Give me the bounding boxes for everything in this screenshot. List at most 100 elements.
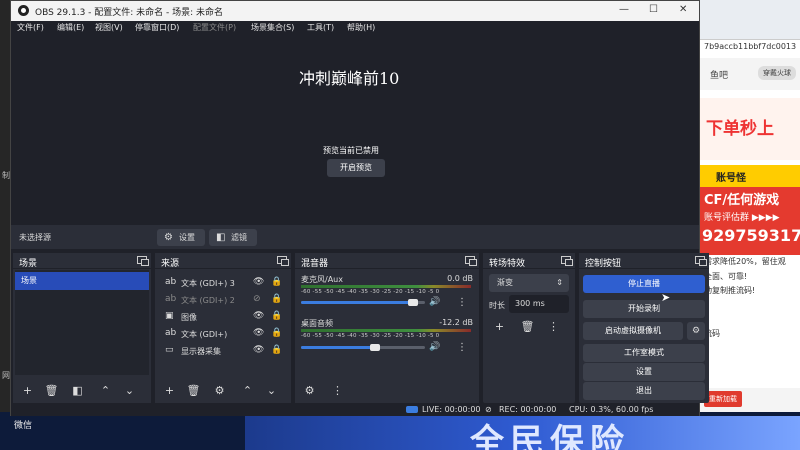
scenes-title: 场景 [19, 259, 38, 269]
scene-filter-icon[interactable]: ◧ [69, 382, 86, 399]
eye-icon[interactable]: 👁 [253, 311, 264, 321]
lock-icon[interactable]: 🔒 [271, 345, 282, 355]
properties-label: 设置 [179, 233, 195, 242]
float-dock-icon[interactable] [465, 256, 477, 266]
advanced-audio-button[interactable]: ⚙ [301, 382, 318, 399]
source-name: 文本 (GDI+) 2 [181, 296, 235, 305]
nav-pill[interactable]: 穿戴火球 [758, 66, 796, 80]
mic-volume-knob[interactable] [407, 299, 418, 306]
desktop-volume-slider[interactable] [301, 344, 425, 351]
move-up-button[interactable]: ⌃ [239, 382, 256, 399]
remove-scene-button[interactable]: 🗑 [43, 382, 60, 399]
move-down-button[interactable]: ⌄ [263, 382, 280, 399]
settings-button[interactable]: 设置 [583, 363, 705, 381]
remove-source-button[interactable]: 🗑 [185, 382, 202, 399]
source-name: 显示器采集 [181, 347, 221, 356]
rec-status: REC: 00:00:00 [499, 405, 557, 414]
dock-footer: + 🗑 ◧ ⌃ ⌄ [13, 377, 151, 403]
minimize-button[interactable]: — [619, 4, 629, 15]
speaker-icon[interactable]: 🔊 [429, 342, 440, 352]
float-dock-icon[interactable] [695, 256, 707, 266]
add-scene-button[interactable]: + [19, 382, 36, 399]
sources-dock: 来源 ab 文本 (GDI+) 3 👁 🔒 ab 文本 (GDI+) 2 ⊘ 🔒… [155, 253, 291, 403]
float-dock-icon[interactable] [277, 256, 289, 266]
source-row[interactable]: ab 文本 (GDI+) 2 ⊘ 🔒 [157, 291, 289, 308]
menu-docks[interactable]: 停靠窗口(D) [135, 22, 179, 33]
nav-link[interactable]: 鱼吧 [710, 68, 728, 81]
start-recording-button[interactable]: 开始录制 [583, 300, 705, 318]
lock-icon[interactable]: 🔒 [271, 294, 282, 304]
source-list: ab 文本 (GDI+) 3 👁 🔒 ab 文本 (GDI+) 2 ⊘ 🔒 ▣ … [157, 270, 289, 375]
mixer-title: 混音器 [301, 259, 329, 269]
mixer-menu-icon[interactable]: ⋮ [329, 382, 346, 399]
browser-toolbar [700, 0, 800, 40]
remove-transition-button[interactable]: 🗑 [519, 318, 536, 335]
eye-icon[interactable]: 👁 [253, 328, 264, 338]
eye-icon[interactable]: 👁 [253, 277, 264, 287]
duration-input[interactable]: 300 ms [509, 295, 569, 313]
float-dock-icon[interactable] [137, 256, 149, 266]
menu-tools[interactable]: 工具(T) [307, 22, 334, 33]
menu-view[interactable]: 视图(V) [95, 22, 123, 33]
more-options-icon[interactable]: ⋮ [457, 342, 467, 353]
move-up-button[interactable]: ⌃ [97, 382, 114, 399]
more-options-icon[interactable]: ⋮ [457, 297, 467, 308]
menu-help[interactable]: 帮助(H) [347, 22, 375, 33]
virtual-camera-button[interactable]: 启动虚拟摄像机 [583, 322, 683, 340]
ad-number: 929759317 [702, 226, 800, 245]
browser-url[interactable]: 7b9accb11bbf7dc0013 [704, 42, 796, 51]
stop-stream-button[interactable]: 停止直播 [583, 275, 705, 293]
enable-preview-button[interactable]: 开启预览 [327, 159, 385, 177]
transition-menu-icon[interactable]: ⋮ [545, 318, 562, 335]
reload-button[interactable]: 重新加载 [704, 391, 742, 407]
dock-header: 场景 [13, 253, 151, 269]
add-source-button[interactable]: + [161, 382, 178, 399]
mic-volume-slider[interactable] [301, 299, 425, 306]
source-row[interactable]: ▭ 显示器采集 👁 🔒 [157, 342, 289, 359]
add-transition-button[interactable]: + [491, 318, 508, 335]
float-dock-icon[interactable] [561, 256, 573, 266]
eye-hidden-icon[interactable]: ⊘ [253, 294, 261, 304]
lock-icon[interactable]: 🔒 [271, 311, 282, 321]
wechat-label[interactable]: 微信 [14, 418, 32, 431]
dock-header: 来源 [155, 253, 291, 269]
mic-channel-name: 麦克风/Aux [301, 275, 343, 284]
desktop-level-meter [301, 329, 471, 332]
exit-button[interactable]: 退出 [583, 382, 705, 400]
transitions-dock: 转场特效 渐变 ⇕ 时长 300 ms + 🗑 ⋮ [483, 253, 575, 403]
maximize-button[interactable]: ☐ [649, 4, 658, 15]
text-icon: ab [165, 277, 177, 287]
lock-icon[interactable]: 🔒 [271, 277, 282, 287]
scene-item[interactable]: 场景 [15, 272, 149, 290]
gear-icon: ⚙ [164, 232, 173, 243]
filters-button[interactable]: ◧ 滤镜 [209, 229, 257, 246]
eye-icon[interactable]: 👁 [253, 345, 264, 355]
speaker-icon[interactable]: 🔊 [429, 297, 440, 307]
ad-account-text: 账号怪 [716, 173, 746, 184]
controls-dock: 控制按钮 停止直播 开始录制 启动虚拟摄像机 ⚙ 工作室模式 设置 退出 [579, 253, 709, 403]
desktop-volume-knob[interactable] [370, 344, 381, 351]
close-button[interactable]: ✕ [679, 4, 687, 15]
source-row[interactable]: ▣ 图像 👁 🔒 [157, 308, 289, 325]
menu-file[interactable]: 文件(F) [17, 22, 44, 33]
ad-game-text: CF/任何游戏 [704, 193, 780, 208]
preview-area[interactable]: 冲刺巅峰前10 预览当前已禁用 开启预览 [11, 35, 699, 225]
studio-mode-button[interactable]: 工作室模式 [583, 344, 705, 362]
virtual-camera-settings-icon[interactable]: ⚙ [687, 322, 705, 340]
menu-edit[interactable]: 编辑(E) [57, 22, 84, 33]
properties-button[interactable]: ⚙ 设置 [157, 229, 205, 246]
dock-header: 控制按钮 [579, 253, 709, 269]
menu-scene-collection[interactable]: 场景集合(S) [251, 22, 294, 33]
title-bar[interactable]: OBS 29.1.3 - 配置文件: 未命名 - 场景: 未命名 — ☐ ✕ [11, 1, 699, 21]
source-properties-button[interactable]: ⚙ [211, 382, 228, 399]
obs-logo-icon [18, 5, 29, 16]
lock-icon[interactable]: 🔒 [271, 328, 282, 338]
source-row[interactable]: ab 文本 (GDI+) 3 👁 🔒 [157, 274, 289, 291]
move-down-button[interactable]: ⌄ [121, 382, 138, 399]
transition-select[interactable]: 渐变 ⇕ [489, 274, 569, 292]
promo-banner-text: 下单秒上 [706, 119, 774, 139]
transitions-title: 转场特效 [489, 259, 526, 269]
source-row[interactable]: ab 文本 (GDI+) 👁 🔒 [157, 325, 289, 342]
browser-footer: 重新加载 [700, 388, 800, 412]
menu-profile[interactable]: 配置文件(P) [193, 22, 236, 33]
